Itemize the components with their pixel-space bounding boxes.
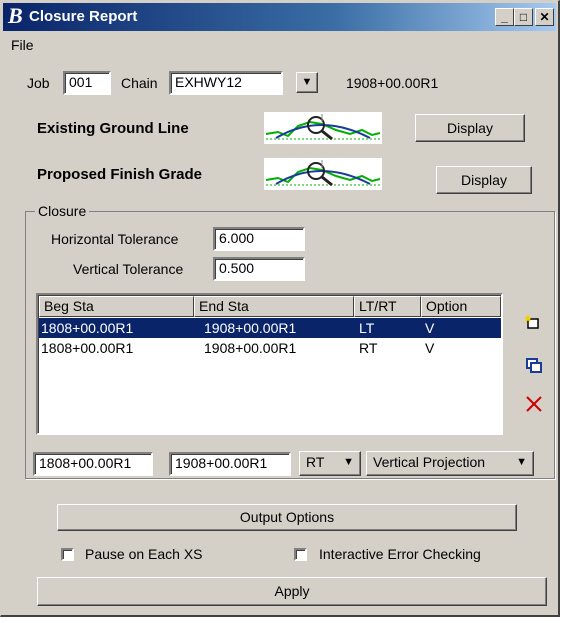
list-item[interactable]: 1808+00.00R1 1908+00.00R1 LT V: [39, 318, 501, 338]
row-beg-sta: 1808+00.00R1: [41, 320, 134, 336]
side-select[interactable]: RT ▼: [299, 451, 361, 476]
chevron-down-icon: ▼: [343, 456, 354, 468]
menu-file[interactable]: File: [11, 37, 34, 53]
pause-checkbox[interactable]: [61, 548, 74, 561]
projection-select-value: Vertical Projection: [373, 454, 486, 470]
column-header-lt-rt[interactable]: LT/RT: [354, 296, 421, 317]
close-button[interactable]: ✕: [535, 8, 554, 26]
existing-ground-graphic: [264, 112, 382, 144]
row-option: V: [425, 320, 435, 336]
existing-ground-label: Existing Ground Line: [37, 120, 189, 137]
add-row-icon[interactable]: [524, 313, 542, 331]
horizontal-tolerance-input[interactable]: 6.000: [213, 227, 305, 251]
projection-select[interactable]: Vertical Projection ▼: [366, 451, 534, 476]
row-option: V: [425, 340, 435, 356]
row-side: RT: [359, 340, 378, 356]
app-logo-icon: B: [7, 4, 23, 28]
end-station-input[interactable]: 1908+00.00R1: [169, 452, 291, 476]
chain-input[interactable]: EXHWY12: [169, 71, 283, 95]
column-header-option[interactable]: Option: [421, 296, 501, 317]
existing-ground-display-button[interactable]: Display: [415, 114, 525, 142]
copy-row-icon[interactable]: [525, 356, 543, 374]
row-beg-sta: 1808+00.00R1: [41, 340, 134, 356]
chevron-down-icon: ▼: [516, 456, 527, 468]
column-header-end-sta[interactable]: End Sta: [194, 296, 354, 317]
job-input[interactable]: 001: [63, 71, 111, 95]
title-bar[interactable]: B Closure Report _ □ ✕: [3, 3, 556, 31]
output-options-button[interactable]: Output Options: [57, 504, 517, 531]
proposed-grade-graphic: [264, 158, 382, 190]
station-readout: 1908+00.00R1: [346, 75, 439, 91]
column-header-beg-sta[interactable]: Beg Sta: [39, 296, 194, 317]
maximize-button[interactable]: □: [514, 8, 533, 26]
delete-row-icon[interactable]: [525, 395, 543, 413]
begin-station-input[interactable]: 1808+00.00R1: [33, 452, 153, 476]
error-checking-checkbox-label[interactable]: Interactive Error Checking: [319, 546, 481, 562]
closure-group-label: Closure: [35, 203, 90, 219]
error-checking-checkbox[interactable]: [294, 548, 307, 561]
row-side: LT: [359, 320, 375, 336]
proposed-grade-label: Proposed Finish Grade: [37, 166, 203, 183]
apply-button[interactable]: Apply: [37, 577, 547, 606]
vertical-tolerance-label: Vertical Tolerance: [73, 261, 184, 277]
window-title: Closure Report: [29, 8, 138, 25]
job-label: Job: [27, 75, 50, 91]
closure-list[interactable]: Beg Sta End Sta LT/RT Option 1808+00.00R…: [36, 293, 503, 435]
closure-report-window: B Closure Report _ □ ✕ File Job 001 Chai…: [0, 0, 560, 617]
horizontal-tolerance-label: Horizontal Tolerance: [51, 231, 179, 247]
chain-dropdown-button[interactable]: ▼: [296, 72, 318, 93]
row-end-sta: 1908+00.00R1: [204, 320, 297, 336]
chain-label: Chain: [121, 75, 158, 91]
pause-checkbox-label[interactable]: Pause on Each XS: [85, 546, 203, 562]
proposed-grade-display-button[interactable]: Display: [436, 166, 532, 194]
minimize-button[interactable]: _: [495, 8, 514, 26]
row-end-sta: 1908+00.00R1: [204, 340, 297, 356]
side-select-value: RT: [306, 454, 325, 470]
list-item[interactable]: 1808+00.00R1 1908+00.00R1 RT V: [39, 338, 501, 358]
svg-text:B: B: [7, 4, 23, 28]
menu-bar: File: [3, 33, 556, 57]
vertical-tolerance-input[interactable]: 0.500: [213, 257, 305, 281]
